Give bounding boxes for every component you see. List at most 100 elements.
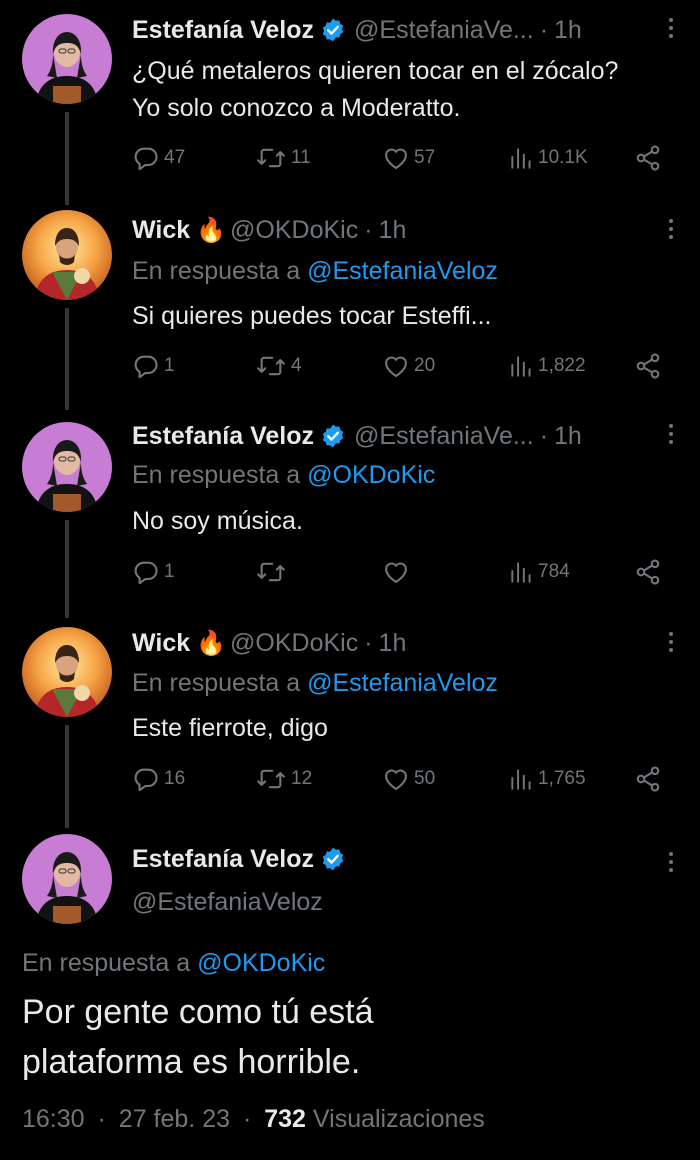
reply-button[interactable]: 16 <box>132 764 185 794</box>
avatar[interactable] <box>22 422 112 512</box>
reply-button[interactable]: 1 <box>132 351 175 381</box>
reply-icon <box>132 144 160 172</box>
retweet-icon <box>255 144 287 172</box>
author-handle[interactable]: @EstefaniaVe... <box>354 16 534 45</box>
more-icon[interactable] <box>666 18 676 38</box>
fire-emoji: 🔥 <box>196 216 227 244</box>
like-count: 57 <box>414 147 436 168</box>
reply-button[interactable]: 47 <box>132 143 185 173</box>
like-button[interactable] <box>382 557 414 587</box>
like-button[interactable]: 20 <box>382 351 435 381</box>
share-icon <box>634 352 662 380</box>
tweet-1[interactable]: Estefanía Veloz @EstefaniaVe... · 1h ¿Qu… <box>0 0 700 205</box>
avatar[interactable] <box>22 210 112 300</box>
reply-icon <box>132 765 160 793</box>
retweet-button[interactable]: 4 <box>255 351 302 381</box>
action-bar: 47 11 57 10.1K <box>132 143 667 173</box>
more-icon[interactable] <box>666 219 676 239</box>
tweet-text: ¿Qué metaleros quieren tocar en el zócal… <box>132 57 619 122</box>
reply-button[interactable]: 1 <box>132 557 175 587</box>
thread-line <box>65 308 69 410</box>
reply-count: 1 <box>164 561 175 582</box>
views-count: 1,822 <box>538 355 586 376</box>
share-button[interactable] <box>634 557 662 587</box>
avatar[interactable] <box>22 14 112 104</box>
like-icon <box>382 558 410 586</box>
tweet-2[interactable]: Wick 🔥 @OKDoKic · 1h En respuesta a @Est… <box>0 205 700 410</box>
verified-badge-icon <box>320 846 346 872</box>
reply-prefix: En respuesta a <box>132 669 301 697</box>
like-icon <box>382 144 410 172</box>
thread-line <box>65 725 69 828</box>
share-button[interactable] <box>634 143 662 173</box>
author-handle[interactable]: @OKDoKic <box>230 216 358 245</box>
author-handle[interactable]: @EstefaniaVe... <box>354 422 534 451</box>
tweet-4[interactable]: Wick 🔥 @OKDoKic · 1h En respuesta a @Est… <box>0 618 700 828</box>
reply-icon <box>132 352 160 380</box>
tweet-date[interactable]: 27 feb. 23 <box>119 1105 230 1133</box>
tweet-3[interactable]: Estefanía Veloz @EstefaniaVe... · 1h En … <box>0 410 700 618</box>
views-button[interactable]: 10.1K <box>508 143 588 173</box>
views-total[interactable]: 732 <box>264 1105 306 1133</box>
author-name[interactable]: Wick <box>132 216 190 245</box>
thread-line <box>65 520 69 618</box>
views-label[interactable]: Visualizaciones <box>313 1105 485 1133</box>
retweet-button[interactable] <box>255 557 291 587</box>
reply-context: En respuesta a @OKDoKic <box>22 949 325 978</box>
reply-prefix: En respuesta a <box>22 949 191 977</box>
reply-mention[interactable]: @EstefaniaVeloz <box>307 257 498 285</box>
share-button[interactable] <box>634 764 662 794</box>
reply-mention[interactable]: @EstefaniaVeloz <box>307 669 498 697</box>
tweet-text: Este fierrote, digo <box>132 714 328 742</box>
separator: · <box>97 1105 106 1133</box>
more-icon[interactable] <box>666 852 676 872</box>
share-button[interactable] <box>634 351 662 381</box>
like-count: 50 <box>414 768 436 789</box>
verified-badge-icon <box>320 423 346 449</box>
timestamp[interactable]: 1h <box>379 216 407 245</box>
views-icon <box>508 352 534 380</box>
views-icon <box>508 144 534 172</box>
timestamp[interactable]: 1h <box>554 16 582 45</box>
tweet-time[interactable]: 16:30 <box>22 1105 85 1133</box>
author-name[interactable]: Estefanía Veloz <box>132 422 314 451</box>
reply-prefix: En respuesta a <box>132 257 301 285</box>
like-icon <box>382 765 410 793</box>
views-button[interactable]: 1,765 <box>508 764 586 794</box>
reply-prefix: En respuesta a <box>132 461 301 489</box>
retweet-button[interactable]: 11 <box>255 143 311 173</box>
like-button[interactable]: 57 <box>382 143 435 173</box>
avatar[interactable] <box>22 627 112 717</box>
tweet-text: No soy música. <box>132 507 303 535</box>
retweet-count: 12 <box>291 768 313 789</box>
views-button[interactable]: 784 <box>508 557 570 587</box>
timestamp[interactable]: 1h <box>554 422 582 451</box>
thread-line <box>65 112 69 205</box>
retweet-button[interactable]: 12 <box>255 764 312 794</box>
reply-mention[interactable]: @OKDoKic <box>197 949 325 977</box>
action-bar: 1 4 20 1,822 <box>132 351 667 381</box>
more-icon[interactable] <box>666 424 676 444</box>
views-button[interactable]: 1,822 <box>508 351 586 381</box>
retweet-count: 11 <box>291 147 311 168</box>
tweet-header: Wick 🔥 @OKDoKic · 1h <box>132 626 660 660</box>
retweet-icon <box>255 765 287 793</box>
action-bar: 16 12 50 1,765 <box>132 764 667 794</box>
reply-count: 47 <box>164 147 186 168</box>
author-name[interactable]: Estefanía Veloz <box>132 16 314 45</box>
author-handle[interactable]: @OKDoKic <box>230 629 358 658</box>
avatar[interactable] <box>22 834 112 924</box>
action-bar: 1 784 <box>132 557 667 587</box>
author-name[interactable]: Estefanía Veloz <box>132 845 314 874</box>
main-tweet: Estefanía Veloz @EstefaniaVeloz En respu… <box>0 828 700 1160</box>
tweet-text: Si quieres puedes tocar Esteffi... <box>132 302 492 330</box>
tweet-header: Estefanía Veloz @EstefaniaVe... · 1h <box>132 419 660 453</box>
separator: · <box>539 421 549 450</box>
author-handle[interactable]: @EstefaniaVeloz <box>132 888 323 917</box>
like-button[interactable]: 50 <box>382 764 435 794</box>
views-icon <box>508 558 534 586</box>
timestamp[interactable]: 1h <box>379 629 407 658</box>
reply-mention[interactable]: @OKDoKic <box>307 461 435 489</box>
author-name[interactable]: Wick <box>132 629 190 658</box>
more-icon[interactable] <box>666 632 676 652</box>
